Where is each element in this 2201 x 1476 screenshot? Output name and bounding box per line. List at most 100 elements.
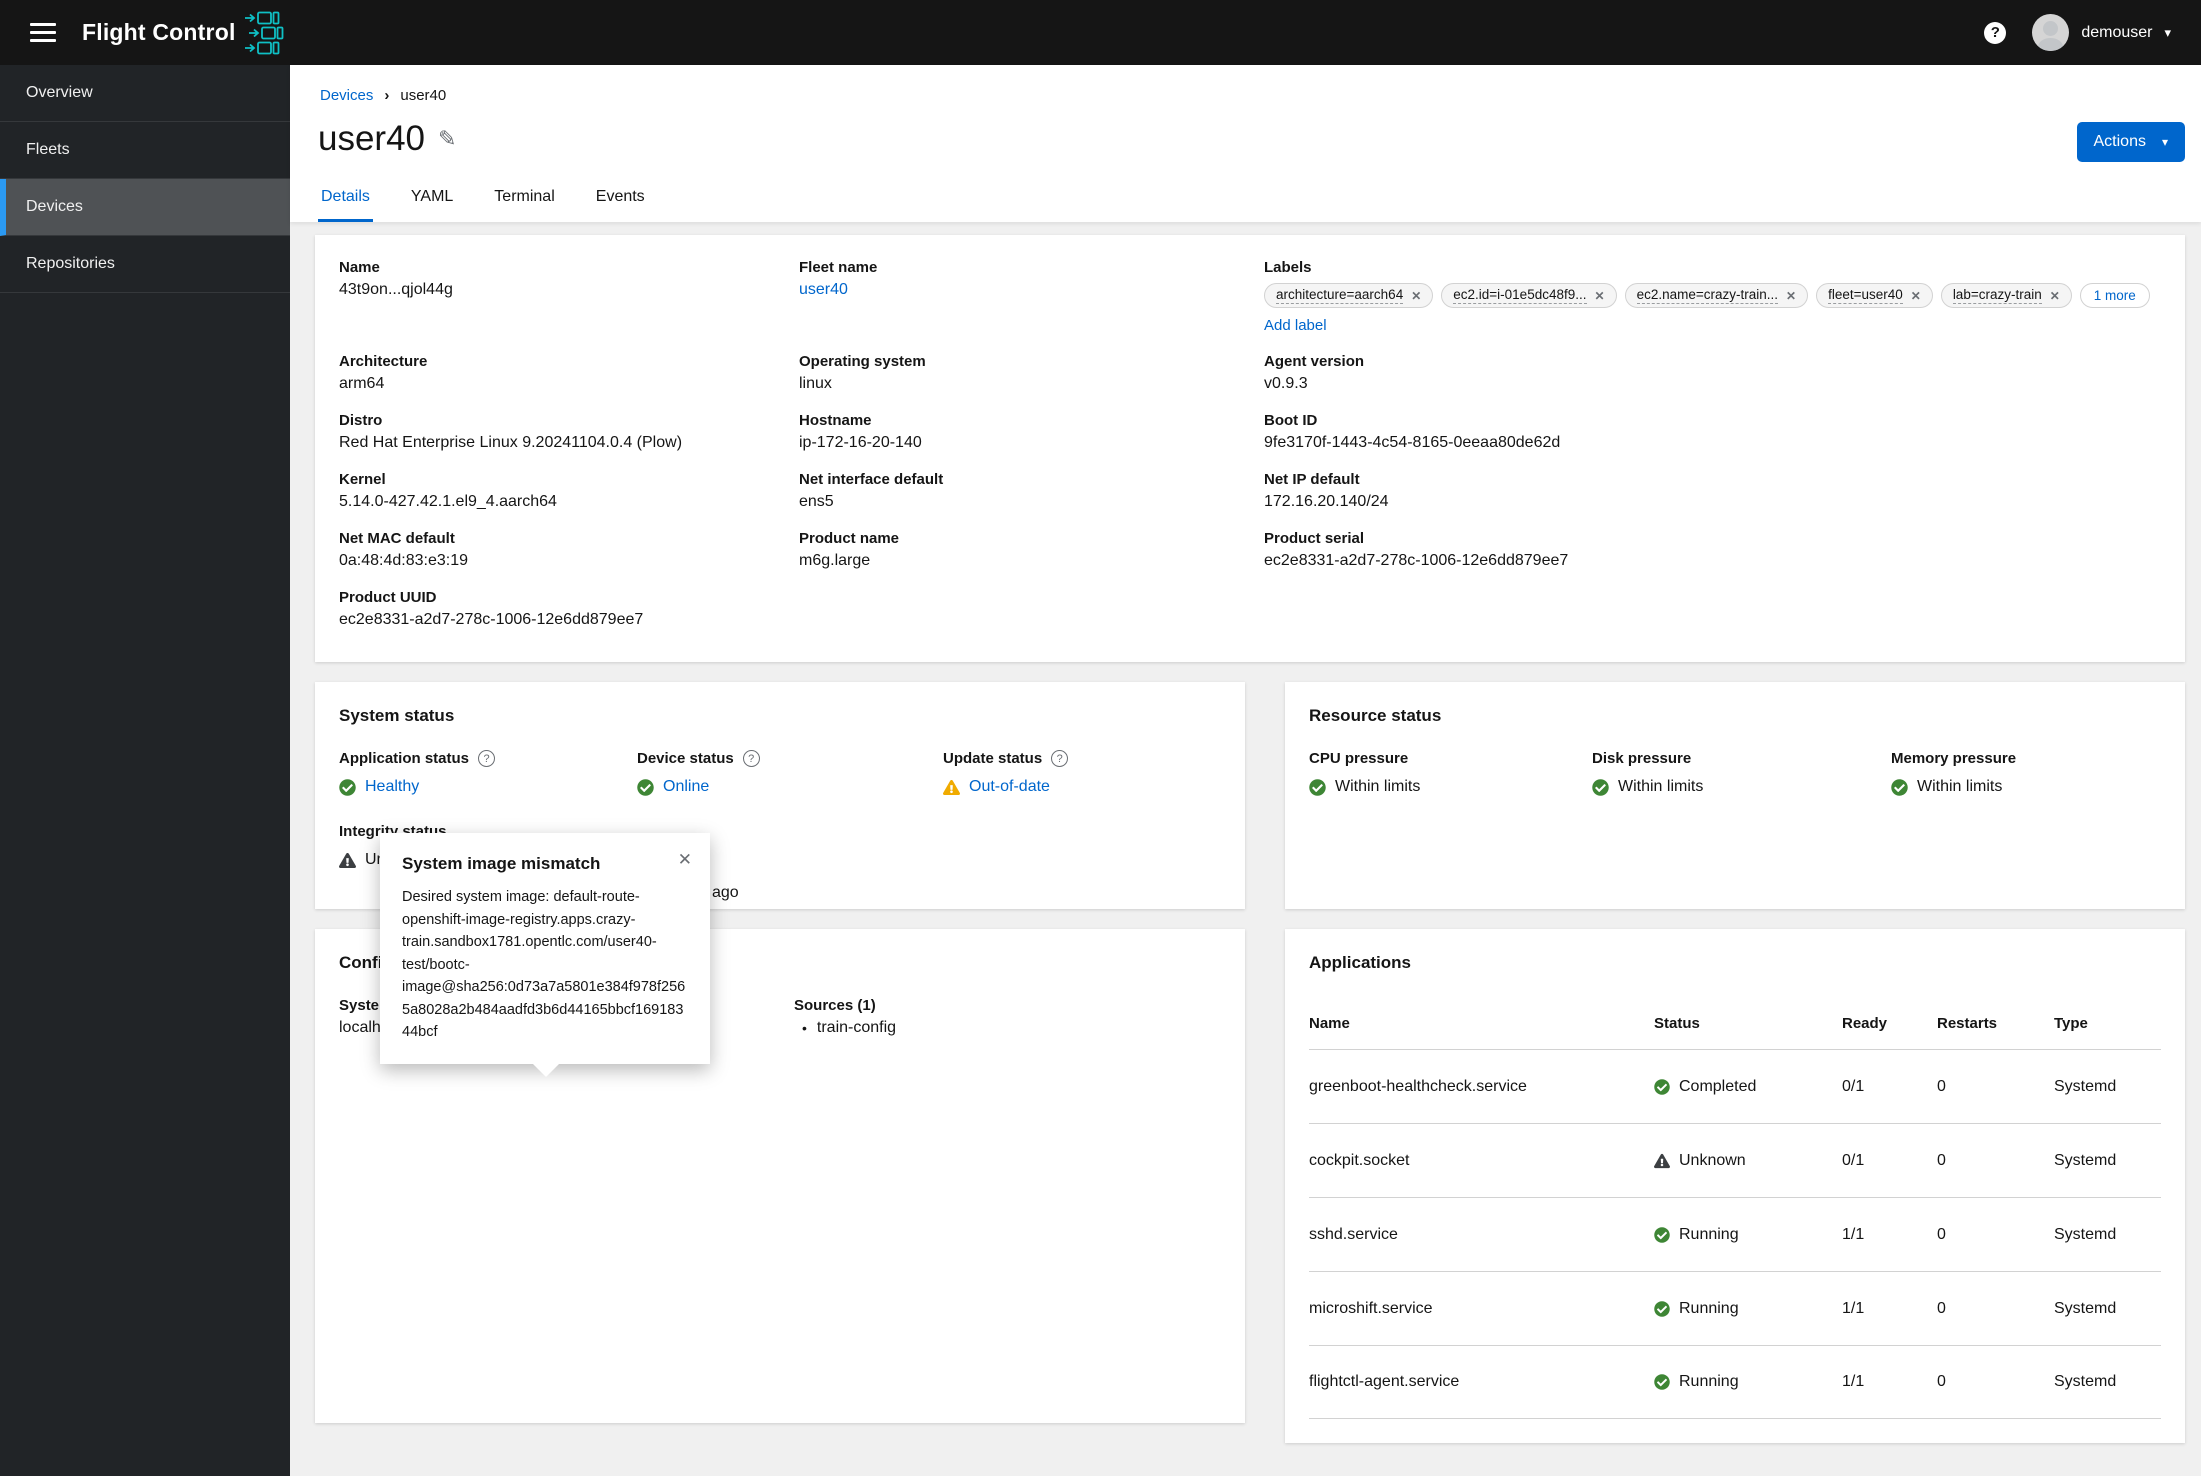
field-label: Net interface default — [799, 471, 944, 488]
device-status-value[interactable]: Online — [663, 778, 709, 796]
tab-events[interactable]: Events — [593, 180, 648, 222]
warning-triangle-icon — [943, 779, 960, 795]
status-label: Update status — [943, 750, 1043, 767]
field-label: Architecture — [339, 353, 428, 370]
close-icon[interactable]: ✕ — [2050, 289, 2060, 303]
caret-down-icon: ▾ — [2164, 24, 2171, 40]
field-net-mac-default: Net MAC default 0a:48:4d:83:e3:19 — [339, 530, 799, 570]
card-title: Applications — [1309, 953, 1412, 972]
bullet-icon: • — [802, 1020, 807, 1036]
check-circle-icon — [1654, 1226, 1670, 1243]
flight-control-logo — [244, 11, 283, 54]
help-icon[interactable]: ? — [742, 750, 760, 767]
field-boot-id: Boot ID 9fe3170f-1443-4c54-8165-0eeaa80d… — [1264, 412, 2161, 452]
application-status-value[interactable]: Healthy — [365, 778, 419, 796]
update-status: Update status ? Out-of-date — [943, 750, 1221, 796]
field-label: Operating system — [799, 353, 926, 370]
field-distro: Distro Red Hat Enterprise Linux 9.202411… — [339, 412, 799, 452]
field-label: Boot ID — [1264, 412, 1318, 429]
resource-status-row: CPU pressure Within limits Disk pressure — [1309, 750, 2161, 796]
actions-button[interactable]: Actions ▾ — [2076, 122, 2185, 162]
field-label: Product UUID — [339, 589, 437, 606]
close-icon[interactable]: ✕ — [1786, 289, 1796, 303]
sources-field: Sources (1) • train-config — [794, 997, 1221, 1037]
unknown-triangle-icon — [339, 852, 356, 868]
sidebar-item-devices[interactable]: Devices — [0, 179, 290, 236]
memory-pressure-value: Within limits — [1917, 778, 2003, 795]
details-card: Name 43t9on...qjol44g Architecture arm64… — [315, 235, 2185, 662]
sidebar: Overview Fleets Devices Repositories — [0, 65, 290, 1476]
fleet-name-link[interactable]: user40 — [799, 281, 848, 298]
applications-card: Applications Name Status Ready Restarts … — [1285, 929, 2185, 1443]
resource-status-card: Resource status CPU pressure Within limi… — [1285, 682, 2185, 909]
update-status-value[interactable]: Out-of-date — [969, 778, 1050, 796]
tab-yaml[interactable]: YAML — [408, 180, 456, 222]
field-product-uuid: Product UUID ec2e8331-a2d7-278c-1006-12e… — [339, 589, 799, 629]
close-icon[interactable]: ✕ — [1595, 289, 1605, 303]
sidebar-item-overview[interactable]: Overview — [0, 65, 290, 122]
avatar — [2032, 14, 2070, 51]
disk-pressure: Disk pressure Within limits — [1592, 750, 1891, 796]
app-status: Running — [1679, 1373, 1739, 1390]
cpu-pressure-value: Within limits — [1335, 778, 1421, 795]
close-icon[interactable]: ✕ — [1411, 289, 1421, 303]
field-label: Agent version — [1264, 353, 1365, 370]
close-icon[interactable]: ✕ — [1911, 289, 1921, 303]
field-label: Net MAC default — [339, 530, 455, 547]
status-label: Application status — [339, 750, 470, 767]
breadcrumb: Devices › user40 — [320, 87, 2185, 104]
app-ready: 0/1 — [1842, 1151, 1865, 1169]
edit-icon[interactable]: ✎ — [438, 126, 456, 152]
app-type: Systemd — [2054, 1373, 2117, 1390]
field-product-name: Product name m6g.large — [799, 530, 1264, 570]
label-chip[interactable]: architecture=aarch64 ✕ — [1264, 283, 1434, 308]
check-circle-icon — [1891, 778, 1908, 796]
field-label: Hostname — [799, 412, 872, 429]
field-value: Red Hat Enterprise Linux 9.20241104.0.4 … — [339, 434, 683, 451]
field-value: ens5 — [799, 493, 834, 510]
field-agent-version: Agent version v0.9.3 — [1264, 353, 2161, 393]
breadcrumb-devices-link[interactable]: Devices — [320, 87, 373, 104]
check-circle-icon — [1654, 1374, 1670, 1390]
field-label: Name — [339, 259, 380, 276]
field-hostname: Hostname ip-172-16-20-140 — [799, 412, 1264, 452]
label-chip[interactable]: lab=crazy-train ✕ — [1940, 283, 2072, 308]
field-architecture: Architecture arm64 — [339, 353, 799, 393]
app-type: Systemd — [2054, 1225, 2117, 1243]
details-column-3: Labels architecture=aarch64 ✕ ec2.id=i-0… — [1264, 259, 2161, 648]
label-overflow-chip[interactable]: 1 more — [2079, 283, 2150, 308]
label-chip-text: ec2.name=crazy-train... — [1636, 287, 1778, 304]
source-name: train-config — [816, 1019, 897, 1036]
tab-details[interactable]: Details — [318, 180, 373, 222]
label-chip[interactable]: ec2.name=crazy-train... ✕ — [1624, 283, 1809, 308]
sidebar-item-repositories[interactable]: Repositories — [0, 236, 290, 293]
page-header: Devices › user40 user40 ✎ Actions ▾ Deta… — [290, 65, 2201, 222]
sidebar-item-fleets[interactable]: Fleets — [0, 122, 290, 179]
popover-title: System image mismatch — [402, 854, 601, 873]
label-chips: architecture=aarch64 ✕ ec2.id=i-01e5dc48… — [1264, 283, 2161, 308]
app-status: Unknown — [1679, 1151, 1746, 1169]
add-label-link[interactable]: Add label — [1264, 317, 1327, 334]
field-value: 9fe3170f-1443-4c54-8165-0eeaa80de62d — [1264, 434, 1561, 451]
nav-toggle-button[interactable] — [30, 23, 56, 42]
field-net-ip-default: Net IP default 172.16.20.140/24 — [1264, 471, 2161, 511]
device-status: Device status ? Online — [637, 750, 943, 796]
user-menu-button[interactable]: demouser ▾ — [2032, 14, 2171, 51]
app-status: Running — [1679, 1225, 1739, 1243]
card-title: Resource status — [1309, 706, 1442, 725]
label-chip[interactable]: ec2.id=i-01e5dc48f9... ✕ — [1441, 283, 1617, 308]
app-ready: 1/1 — [1842, 1225, 1865, 1243]
field-label: Net IP default — [1264, 471, 1360, 488]
table-row: microshift.service Running 1/1 0 Systemd — [1309, 1271, 2161, 1345]
field-label: Distro — [339, 412, 383, 429]
help-icon[interactable]: ? — [478, 750, 496, 767]
close-icon[interactable]: ✕ — [678, 850, 692, 870]
tab-terminal[interactable]: Terminal — [491, 180, 557, 222]
label-chip-text: ec2.id=i-01e5dc48f9... — [1453, 287, 1587, 304]
app-name: flightctl-agent.service — [1309, 1373, 1460, 1390]
label-chip[interactable]: fleet=user40 ✕ — [1816, 283, 1933, 308]
app-ready: 0/1 — [1842, 1077, 1865, 1095]
help-icon[interactable]: ? — [1984, 21, 2007, 44]
sources-list: • train-config — [794, 1019, 1221, 1037]
help-icon[interactable]: ? — [1051, 750, 1069, 767]
